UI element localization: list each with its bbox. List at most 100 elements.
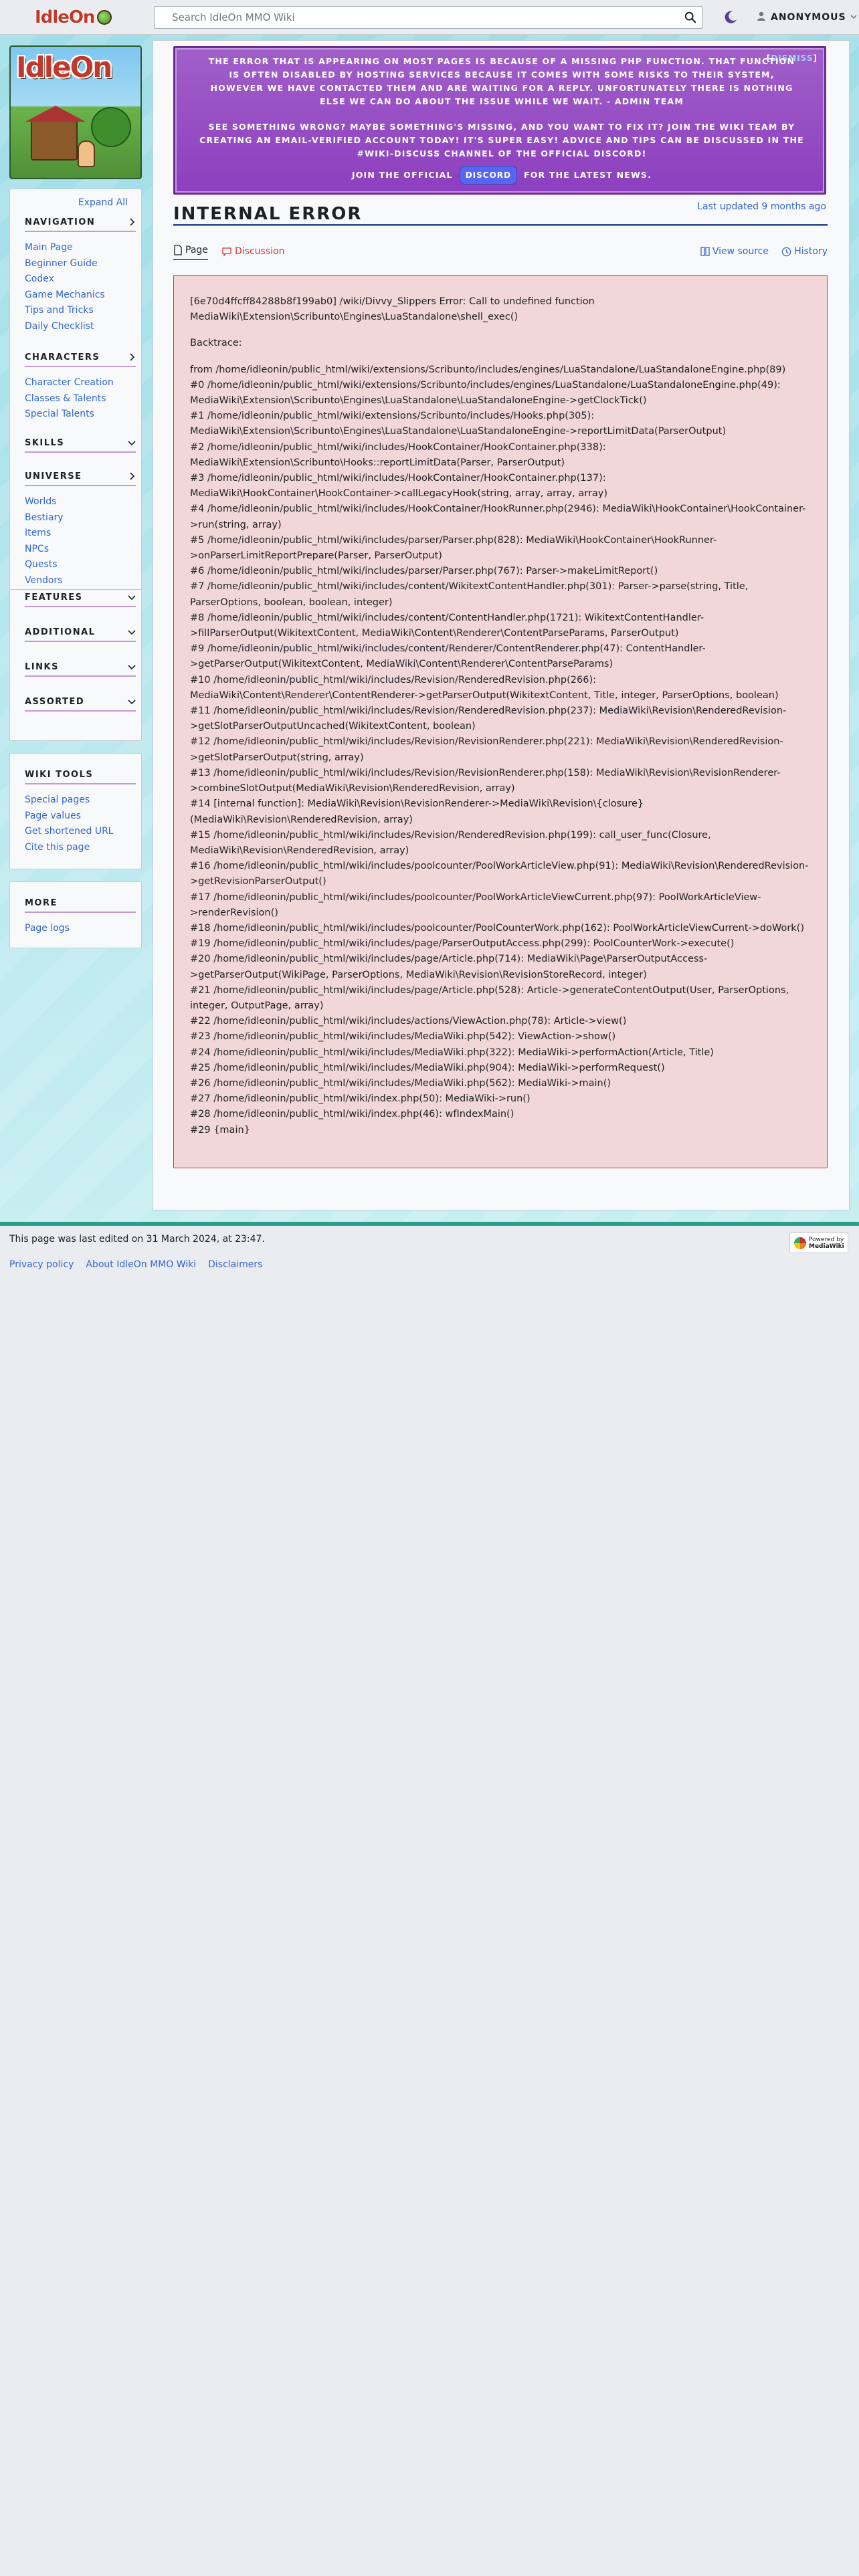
sidebar-section-additional: ADDITIONAL <box>25 626 136 642</box>
chevron-right-icon <box>130 218 135 226</box>
sidebar-item-cite-this-page[interactable]: Cite this page <box>25 842 90 853</box>
error-summary: [6e70d4ffcff84288b8f199ab0] /wiki/Divvy_… <box>190 296 595 323</box>
dismiss-bracket-close: ] <box>813 53 818 63</box>
search-icon[interactable] <box>679 7 702 28</box>
footer-link-privacy-policy[interactable]: Privacy policy <box>9 1259 74 1270</box>
discord-button[interactable]: DISCORD <box>459 166 517 185</box>
section-toggle-navigation[interactable]: NAVIGATION <box>25 216 136 232</box>
footer-last-modified: This page was last edited on 31 March 20… <box>9 1234 265 1245</box>
sidebar-logo-text: IdleOn <box>16 51 112 84</box>
backtrace-line: #27 /home/idleonin/public_html/wiki/inde… <box>190 1093 531 1105</box>
source-icon <box>700 247 710 256</box>
backtrace-line: #9 /home/idleonin/public_html/wiki/inclu… <box>190 643 706 670</box>
powered-by-mediawiki-badge[interactable]: Powered by MediaWiki <box>789 1232 848 1253</box>
section-toggle-skills[interactable]: SKILLS <box>25 437 136 453</box>
sidebar-item-codex[interactable]: Codex <box>25 274 54 284</box>
tab-page[interactable]: Page <box>173 243 208 260</box>
sidebar-section-navigation: NAVIGATION Main Page Beginner Guide Code… <box>25 216 136 334</box>
footer-link-about[interactable]: About IdleOn MMO Wiki <box>86 1259 196 1270</box>
section-toggle-characters[interactable]: CHARACTERS <box>25 351 136 367</box>
sidebar-item-npcs[interactable]: NPCs <box>25 544 49 554</box>
section-toggle-additional[interactable]: ADDITIONAL <box>25 626 136 642</box>
section-heading-wiki-tools: WIKI TOOLS <box>25 768 136 784</box>
sidebar-item-tips-and-tricks[interactable]: Tips and Tricks <box>25 305 94 316</box>
last-updated-link[interactable]: Last updated 9 months ago <box>697 201 826 212</box>
backtrace-line: #16 /home/idleonin/public_html/wiki/incl… <box>190 861 809 887</box>
notice-discord-line: Join the official DISCORD for the latest… <box>189 166 815 185</box>
sidebar-section-links: LINKS <box>25 661 136 677</box>
backtrace-line: #2 /home/idleonin/public_html/wiki/inclu… <box>190 441 606 468</box>
section-toggle-universe[interactable]: UNIVERSE <box>25 470 136 486</box>
tab-history[interactable]: History <box>781 243 828 260</box>
site-logo[interactable]: IdleOn <box>35 5 115 29</box>
notice-error-message: The error that is appearing on most page… <box>208 56 795 106</box>
sidebar-item-worlds[interactable]: Worlds <box>25 496 56 507</box>
sidebar-item-character-creation[interactable]: Character Creation <box>25 377 114 388</box>
user-menu[interactable]: ANONYMOUS <box>756 9 857 25</box>
user-icon <box>756 11 767 24</box>
section-toggle-features[interactable]: FEATURES <box>25 591 136 607</box>
chevron-down-icon <box>850 12 857 23</box>
backtrace-line: #21 /home/idleonin/public_html/wiki/incl… <box>190 984 789 1011</box>
backtrace-line: #6 /home/idleonin/public_html/wiki/inclu… <box>190 566 658 577</box>
section-title: LINKS <box>25 661 59 672</box>
section-title: MORE <box>25 897 58 908</box>
sidebar-section-characters: CHARACTERS Character Creation Classes & … <box>25 351 136 423</box>
backtrace-line: #5 /home/idleonin/public_html/wiki/inclu… <box>190 534 717 562</box>
sidebar-item-get-shortened-url[interactable]: Get shortened URL <box>25 826 114 837</box>
backtrace-line: #28 /home/idleonin/public_html/wiki/inde… <box>190 1109 514 1120</box>
page-title: INTERNAL ERROR <box>173 204 363 224</box>
site-notice-banner: [DISMISS] The error that is appearing on… <box>173 46 826 195</box>
sidebar-item-main-page[interactable]: Main Page <box>25 242 73 253</box>
backtrace-line: #14 [internal function]: MediaWiki\Revis… <box>190 798 644 825</box>
sidebar-item-beginner-guide[interactable]: Beginner Guide <box>25 258 98 269</box>
sidebar-item-page-values[interactable]: Page values <box>25 811 81 821</box>
backtrace-line: #8 /home/idleonin/public_html/wiki/inclu… <box>190 612 704 639</box>
sidebar-item-quests[interactable]: Quests <box>25 559 58 570</box>
backtrace-line: #26 /home/idleonin/public_html/wiki/incl… <box>190 1077 611 1089</box>
sidebar-item-bestiary[interactable]: Bestiary <box>25 512 64 523</box>
section-toggle-assorted[interactable]: ASSORTED <box>25 695 136 712</box>
sidebar-item-special-talents[interactable]: Special Talents <box>25 409 94 419</box>
sidebar-item-daily-checklist[interactable]: Daily Checklist <box>25 321 94 332</box>
backtrace-line: #7 /home/idleonin/public_html/wiki/inclu… <box>190 581 749 608</box>
powered-line-2: MediaWiki <box>809 1243 844 1250</box>
search-box <box>154 6 702 29</box>
backtrace-line: #20 /home/idleonin/public_html/wiki/incl… <box>190 954 708 980</box>
chevron-right-icon <box>130 353 135 361</box>
user-label: ANONYMOUS <box>771 12 846 23</box>
section-toggle-links[interactable]: LINKS <box>25 661 136 677</box>
tab-view-source[interactable]: View source <box>700 243 769 260</box>
main-content: [DISMISS] The error that is appearing on… <box>153 40 850 1210</box>
sidebar-section-more: MORE Page logs <box>25 897 136 937</box>
sidebar-item-game-mechanics[interactable]: Game Mechanics <box>25 290 105 300</box>
error-message-box: [6e70d4ffcff84288b8f199ab0] /wiki/Divvy_… <box>173 275 828 1168</box>
backtrace-line: #18 /home/idleonin/public_html/wiki/incl… <box>190 922 804 934</box>
section-title: SKILLS <box>25 437 65 448</box>
tab-label: Page <box>185 245 208 255</box>
section-title: WIKI TOOLS <box>25 769 94 780</box>
backtrace-line: #25 /home/idleonin/public_html/wiki/incl… <box>190 1062 665 1073</box>
expand-all-link[interactable]: Expand All <box>78 197 128 208</box>
site-logo-text: IdleOn <box>35 7 95 27</box>
sidebar-item-special-pages[interactable]: Special pages <box>25 794 90 805</box>
sidebar-item-page-logs[interactable]: Page logs <box>25 923 70 934</box>
sidebar-item-items[interactable]: Items <box>25 528 51 538</box>
footer-link-disclaimers[interactable]: Disclaimers <box>208 1259 262 1270</box>
moon-icon[interactable] <box>723 9 739 25</box>
wiki-tools-panel: WIKI TOOLS Special pages Page values Get… <box>9 753 142 869</box>
sidebar-item-vendors[interactable]: Vendors <box>25 575 62 586</box>
search-input[interactable] <box>161 7 676 28</box>
sidebar-item-classes-talents[interactable]: Classes & Talents <box>25 393 106 404</box>
tab-discussion[interactable]: Discussion <box>221 243 284 260</box>
backtrace-line: #17 /home/idleonin/public_html/wiki/incl… <box>190 891 761 918</box>
sidebar-logo-image[interactable]: IdleOn <box>9 45 142 179</box>
section-title: ADDITIONAL <box>25 627 96 637</box>
tab-label: Discussion <box>235 246 285 257</box>
backtrace-line: #1 /home/idleonin/public_html/wiki/exten… <box>190 411 727 437</box>
site-header: IdleOn ANONYMOUS <box>0 0 859 35</box>
site-footer: This page was last edited on 31 March 20… <box>0 1226 859 1279</box>
powered-line-1: Powered by <box>809 1236 844 1243</box>
backtrace-line: #13 /home/idleonin/public_html/wiki/incl… <box>190 767 781 794</box>
section-title: UNIVERSE <box>25 471 82 481</box>
